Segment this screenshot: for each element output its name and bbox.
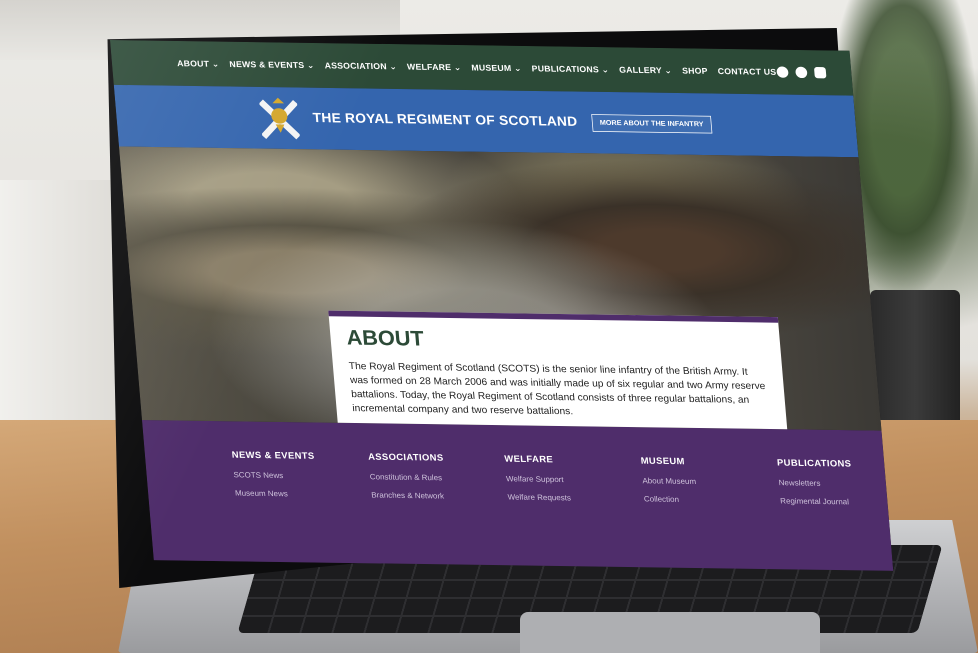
nav-menu: ABOUT ⌄ NEWS & EVENTS ⌄ ASSOCIATION ⌄ WE… (177, 58, 777, 76)
hero-image: ABOUT The Royal Regiment of Scotland (SC… (118, 146, 882, 431)
regiment-banner: THE ROYAL REGIMENT OF SCOTLAND MORE ABOU… (113, 84, 859, 158)
regiment-title: THE ROYAL REGIMENT OF SCOTLAND (312, 110, 578, 130)
nav-item-contact-us[interactable]: CONTACT US (717, 66, 776, 77)
footer-link[interactable]: Welfare Support (506, 475, 614, 485)
nav-item-museum[interactable]: MUSEUM ⌄ (471, 63, 522, 74)
footer-column-museum: MUSEUM About Museum Collection (640, 455, 759, 571)
instagram-icon[interactable] (813, 66, 827, 79)
twitter-icon[interactable] (794, 66, 808, 79)
plant-pot (870, 290, 960, 440)
nav-item-shop[interactable]: SHOP (682, 66, 708, 76)
footer-heading: ASSOCIATIONS (367, 451, 444, 463)
footer-column-associations: ASSOCIATIONS Constitution & Rules Branch… (368, 451, 487, 571)
footer-heading: WELFARE (503, 453, 554, 465)
footer-column-news: NEWS & EVENTS SCOTS News Museum News (231, 449, 350, 571)
more-about-infantry-button[interactable]: MORE ABOUT THE INFANTRY (591, 113, 713, 134)
footer-link[interactable]: Branches & Network (371, 491, 479, 501)
footer-link[interactable]: Regimental Journal (780, 497, 888, 507)
footer-link[interactable]: Collection (644, 495, 752, 505)
footer-link[interactable]: Welfare Requests (507, 493, 615, 503)
nav-item-publications[interactable]: PUBLICATIONS ⌄ (531, 64, 609, 75)
footer-link[interactable]: Museum News (235, 489, 343, 499)
nav-item-association[interactable]: ASSOCIATION ⌄ (324, 61, 397, 72)
laptop-screen: ABOUT ⌄ NEWS & EVENTS ⌄ ASSOCIATION ⌄ WE… (110, 40, 894, 571)
nav-item-news-events[interactable]: NEWS & EVENTS ⌄ (229, 59, 315, 70)
footer-link[interactable]: Constitution & Rules (369, 473, 477, 483)
facebook-icon[interactable] (775, 66, 789, 78)
footer: NEWS & EVENTS SCOTS News Museum News ASS… (141, 419, 894, 571)
footer-heading: PUBLICATIONS (776, 457, 852, 469)
nav-item-gallery[interactable]: GALLERY ⌄ (619, 65, 673, 76)
footer-heading: MUSEUM (640, 455, 686, 467)
footer-link[interactable]: SCOTS News (233, 471, 341, 481)
footer-heading: NEWS & EVENTS (231, 449, 315, 461)
nav-item-about[interactable]: ABOUT ⌄ (177, 58, 220, 68)
laptop-trackpad (520, 612, 820, 653)
about-heading: ABOUT (345, 326, 425, 351)
footer-column-welfare: WELFARE Welfare Support Welfare Requests (504, 453, 623, 571)
about-card: ABOUT The Royal Regiment of Scotland (SC… (328, 310, 788, 430)
footer-link[interactable]: Newsletters (778, 479, 886, 489)
about-text: The Royal Regiment of Scotland (SCOTS) i… (348, 359, 766, 417)
footer-column-publications: PUBLICATIONS Newsletters Regimental Jour… (777, 457, 894, 571)
footer-link[interactable]: About Museum (642, 477, 750, 487)
social-links (775, 66, 827, 79)
nav-item-welfare[interactable]: WELFARE ⌄ (407, 62, 462, 73)
regiment-crest-logo[interactable] (258, 96, 301, 140)
